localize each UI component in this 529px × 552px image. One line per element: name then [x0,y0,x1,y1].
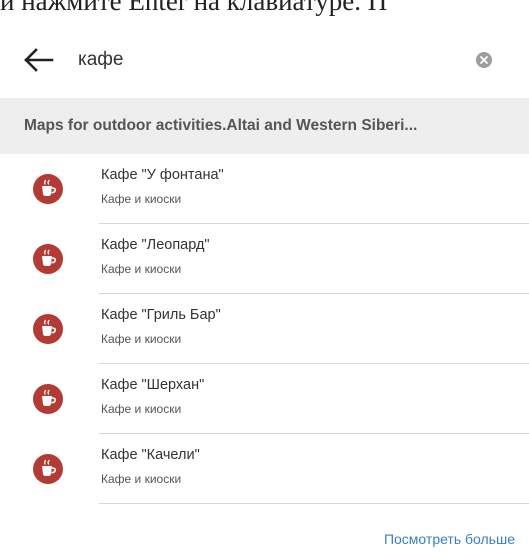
cafe-name: Кафе "Гриль Бар" [101,307,221,323]
cafe-category: Кафе и киоски [101,402,182,416]
back-button[interactable] [22,46,56,74]
list-item[interactable]: Кафе "Леопард" Кафе и киоски [0,224,529,294]
search-input[interactable] [78,45,438,75]
cafe-name: Кафе "Шерхан" [101,377,205,393]
list-item[interactable]: Кафе "Качели" Кафе и киоски [0,434,529,504]
divider [99,503,529,504]
arrow-left-icon [24,48,54,72]
clear-search-button[interactable] [476,52,492,68]
list-item[interactable]: Кафе "У фонтана" Кафе и киоски [0,154,529,224]
section-title: Maps for outdoor activities.Altai and We… [24,117,418,134]
search-bar [0,30,529,90]
list-item[interactable]: Кафе "Шерхан" Кафе и киоски [0,364,529,434]
instruction-text-fragment: и нажмите Enter на клавиатуре. П [0,0,388,16]
cafe-category: Кафе и киоски [101,472,182,486]
clear-circle-icon [480,56,488,64]
map-section-header: Maps for outdoor activities.Altai and We… [0,98,529,154]
coffee-cup-icon [33,174,63,204]
cafe-name: Кафе "Леопард" [101,237,210,253]
cafe-category: Кафе и киоски [101,332,182,346]
search-results-page: и нажмите Enter на клавиатуре. П Maps fo… [0,0,529,552]
cafe-category: Кафе и киоски [101,192,182,206]
cafe-name: Кафе "У фонтана" [101,167,224,183]
coffee-cup-icon [33,244,63,274]
cafe-name: Кафе "Качели" [101,447,200,463]
coffee-cup-icon [33,384,63,414]
list-item[interactable]: Кафе "Гриль Бар" Кафе и киоски [0,294,529,364]
coffee-cup-icon [33,454,63,484]
results-list: Кафе "У фонтана" Кафе и киоски Кафе "Лео… [0,154,529,504]
cafe-category: Кафе и киоски [101,262,182,276]
coffee-cup-icon [33,314,63,344]
see-more-link[interactable]: Посмотреть больше [384,531,515,547]
